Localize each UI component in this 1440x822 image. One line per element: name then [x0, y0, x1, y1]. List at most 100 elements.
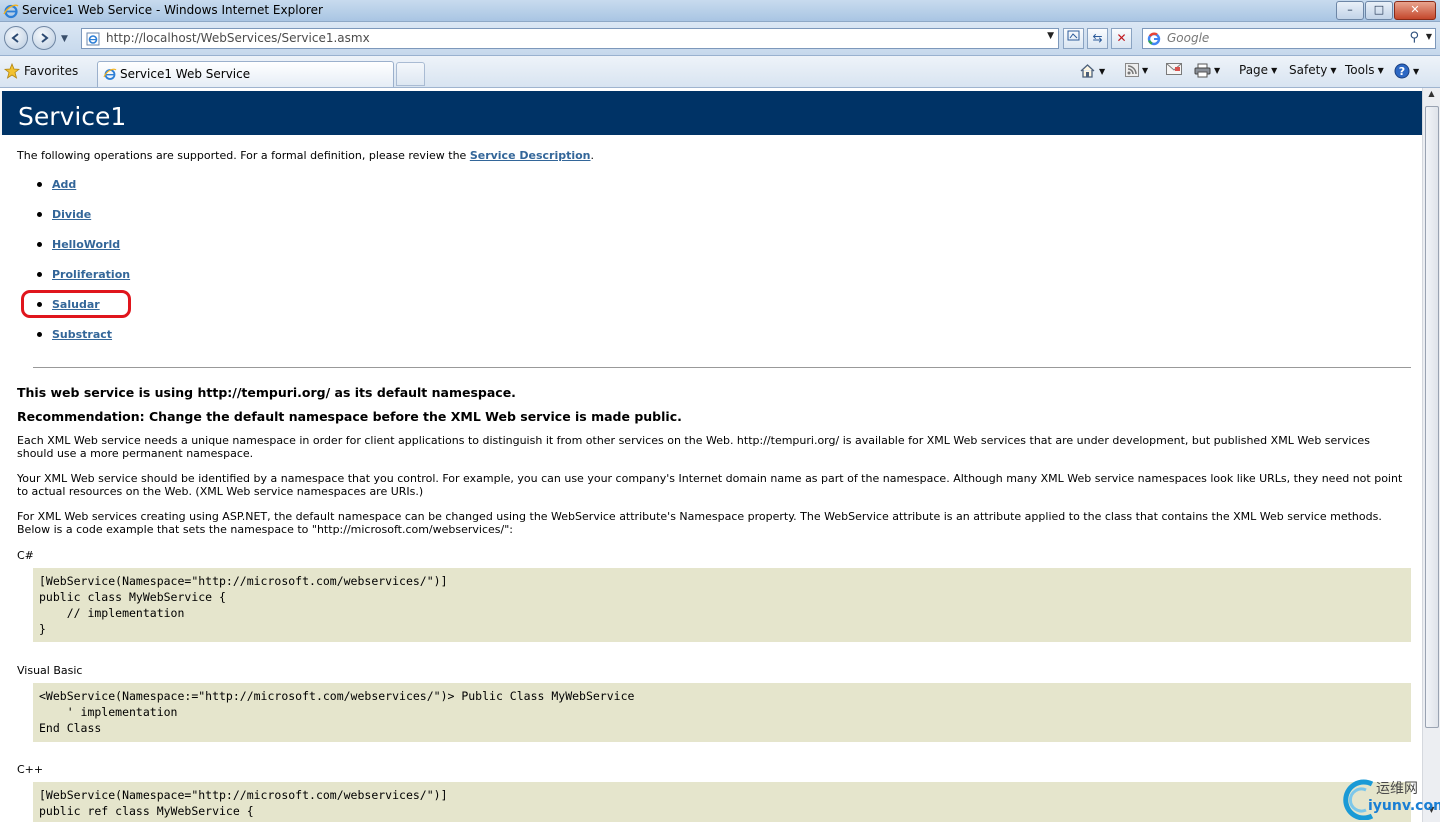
intro-sentence: The following operations are supported. …	[17, 149, 470, 162]
bullet	[37, 332, 42, 337]
page-menu-label: Page	[1239, 63, 1269, 77]
minimize-button[interactable]: –	[1336, 1, 1364, 20]
tools-menu-label: Tools	[1345, 63, 1375, 77]
rss-feed-icon	[1125, 63, 1139, 77]
csharp-code-block: [WebService(Namespace="http://microsoft.…	[33, 568, 1411, 642]
vb-label: Visual Basic	[17, 664, 83, 677]
maximize-button[interactable]: □	[1365, 1, 1393, 20]
forward-arrow-icon	[41, 33, 49, 43]
saludar-highlight-annotation	[21, 290, 131, 318]
read-mail-button[interactable]	[1166, 63, 1182, 75]
bullet	[37, 242, 42, 247]
window-title-bar: Service1 Web Service - Windows Internet …	[0, 0, 1440, 22]
feeds-button[interactable]: ▼	[1125, 63, 1148, 77]
site-watermark: 运维网 iyunv.com	[1336, 776, 1440, 820]
tools-menu-dropdown-icon: ▼	[1377, 65, 1384, 75]
search-field[interactable]: Google ⚲ ▼	[1142, 28, 1436, 49]
print-dropdown-icon[interactable]: ▼	[1214, 66, 1220, 75]
refresh-icon: ⇆	[1092, 31, 1103, 45]
list-item: Substract	[37, 328, 112, 341]
compatibility-icon	[1067, 30, 1080, 41]
operation-link-proliferation[interactable]: Proliferation	[52, 268, 130, 281]
bullet	[37, 272, 42, 277]
page-title: Service1	[18, 102, 127, 131]
favorites-star-icon	[4, 63, 20, 79]
intro-period: .	[590, 149, 595, 162]
operation-link-substract[interactable]: Substract	[52, 328, 112, 341]
cpp-code-block: [WebService(Namespace="http://microsoft.…	[33, 782, 1411, 822]
window-title: Service1 Web Service - Windows Internet …	[22, 3, 323, 17]
favorites-button[interactable]: Favorites	[4, 61, 78, 81]
divider	[33, 367, 1411, 368]
list-item: Divide	[37, 208, 91, 221]
page-menu-button[interactable]: Page ▼	[1239, 63, 1277, 77]
ie-page-icon	[103, 68, 117, 80]
service-description-link[interactable]: Service Description	[470, 149, 591, 162]
tools-menu-button[interactable]: Tools ▼	[1345, 63, 1384, 77]
watermark-text-chinese: 运维网	[1376, 781, 1418, 797]
favorites-bar: Favorites Service1 Web Service ▼ ▼ ▼ Pag…	[0, 56, 1440, 88]
recent-pages-dropdown-icon[interactable]: ▼	[61, 34, 68, 44]
home-icon	[1080, 64, 1095, 78]
address-toolbar: ▼ http://localhost/WebServices/Service1.…	[0, 22, 1440, 56]
namespace-heading: This web service is using http://tempuri…	[17, 385, 516, 400]
back-button[interactable]	[4, 26, 28, 50]
printer-icon	[1194, 63, 1211, 78]
intro-text: The following operations are supported. …	[17, 149, 594, 162]
favorites-label: Favorites	[24, 64, 79, 78]
page-menu-dropdown-icon: ▼	[1271, 65, 1278, 75]
operation-link-add[interactable]: Add	[52, 178, 76, 191]
feeds-dropdown-icon[interactable]: ▼	[1142, 66, 1148, 75]
csharp-label: C#	[17, 549, 34, 562]
bullet	[37, 212, 42, 217]
tab-label: Service1 Web Service	[120, 67, 251, 81]
compatibility-view-button[interactable]	[1063, 28, 1084, 49]
address-field[interactable]: http://localhost/WebServices/Service1.as…	[81, 28, 1059, 49]
forward-button[interactable]	[32, 26, 56, 50]
close-button[interactable]: ✕	[1394, 1, 1436, 20]
cpp-code: [WebService(Namespace="http://microsoft.…	[39, 788, 448, 818]
home-button[interactable]: ▼	[1079, 63, 1105, 79]
tab-service1[interactable]: Service1 Web Service	[97, 61, 394, 87]
ie-logo-icon	[3, 4, 19, 19]
operation-link-divide[interactable]: Divide	[52, 208, 91, 221]
namespace-paragraph-2: Your XML Web service should be identifie…	[17, 472, 1403, 498]
refresh-button[interactable]: ⇆	[1087, 28, 1108, 49]
page-content: Service1 The following operations are su…	[0, 88, 1422, 822]
safety-menu-button[interactable]: Safety ▼	[1289, 63, 1337, 77]
safety-menu-dropdown-icon: ▼	[1330, 65, 1337, 75]
safety-menu-label: Safety	[1289, 63, 1328, 77]
home-dropdown-icon[interactable]: ▼	[1099, 67, 1105, 76]
help-icon: ?	[1394, 63, 1410, 79]
address-dropdown-icon[interactable]: ▼	[1047, 31, 1054, 41]
cpp-label: C++	[17, 763, 44, 776]
page-header-band: Service1	[0, 91, 1422, 135]
search-placeholder: Google	[1167, 31, 1210, 45]
vertical-scrollbar[interactable]: ▲ ▼	[1422, 88, 1440, 822]
url-text: http://localhost/WebServices/Service1.as…	[106, 31, 370, 45]
vb-code: <WebService(Namespace:="http://microsoft…	[39, 689, 635, 735]
search-options-dropdown-icon[interactable]: ▼	[1426, 32, 1432, 41]
namespace-paragraph-3: For XML Web services creating using ASP.…	[17, 510, 1382, 536]
stop-button[interactable]: ✕	[1111, 28, 1132, 49]
search-icon[interactable]: ⚲	[1409, 30, 1419, 45]
operation-link-helloworld[interactable]: HelloWorld	[52, 238, 120, 251]
namespace-paragraph-1: Each XML Web service needs a unique name…	[17, 434, 1370, 460]
help-button[interactable]: ? ▼	[1394, 63, 1419, 79]
list-item: Proliferation	[37, 268, 130, 281]
list-item: HelloWorld	[37, 238, 120, 251]
stop-icon: ✕	[1116, 31, 1127, 45]
watermark-text-domain: iyunv.com	[1368, 798, 1440, 814]
help-dropdown-icon[interactable]: ▼	[1413, 67, 1419, 76]
scrollbar-thumb[interactable]	[1425, 106, 1439, 728]
svg-text:?: ?	[1399, 65, 1405, 78]
new-tab-button[interactable]	[396, 62, 425, 86]
print-button[interactable]: ▼	[1194, 63, 1220, 78]
mail-icon	[1166, 63, 1182, 75]
recommendation-heading: Recommendation: Change the default names…	[17, 409, 682, 424]
window-controls: – □ ✕	[1336, 1, 1436, 20]
ie-page-icon	[86, 32, 100, 46]
csharp-code: [WebService(Namespace="http://microsoft.…	[39, 574, 448, 636]
vb-code-block: <WebService(Namespace:="http://microsoft…	[33, 683, 1411, 742]
scroll-up-arrow-icon[interactable]: ▲	[1424, 89, 1439, 105]
